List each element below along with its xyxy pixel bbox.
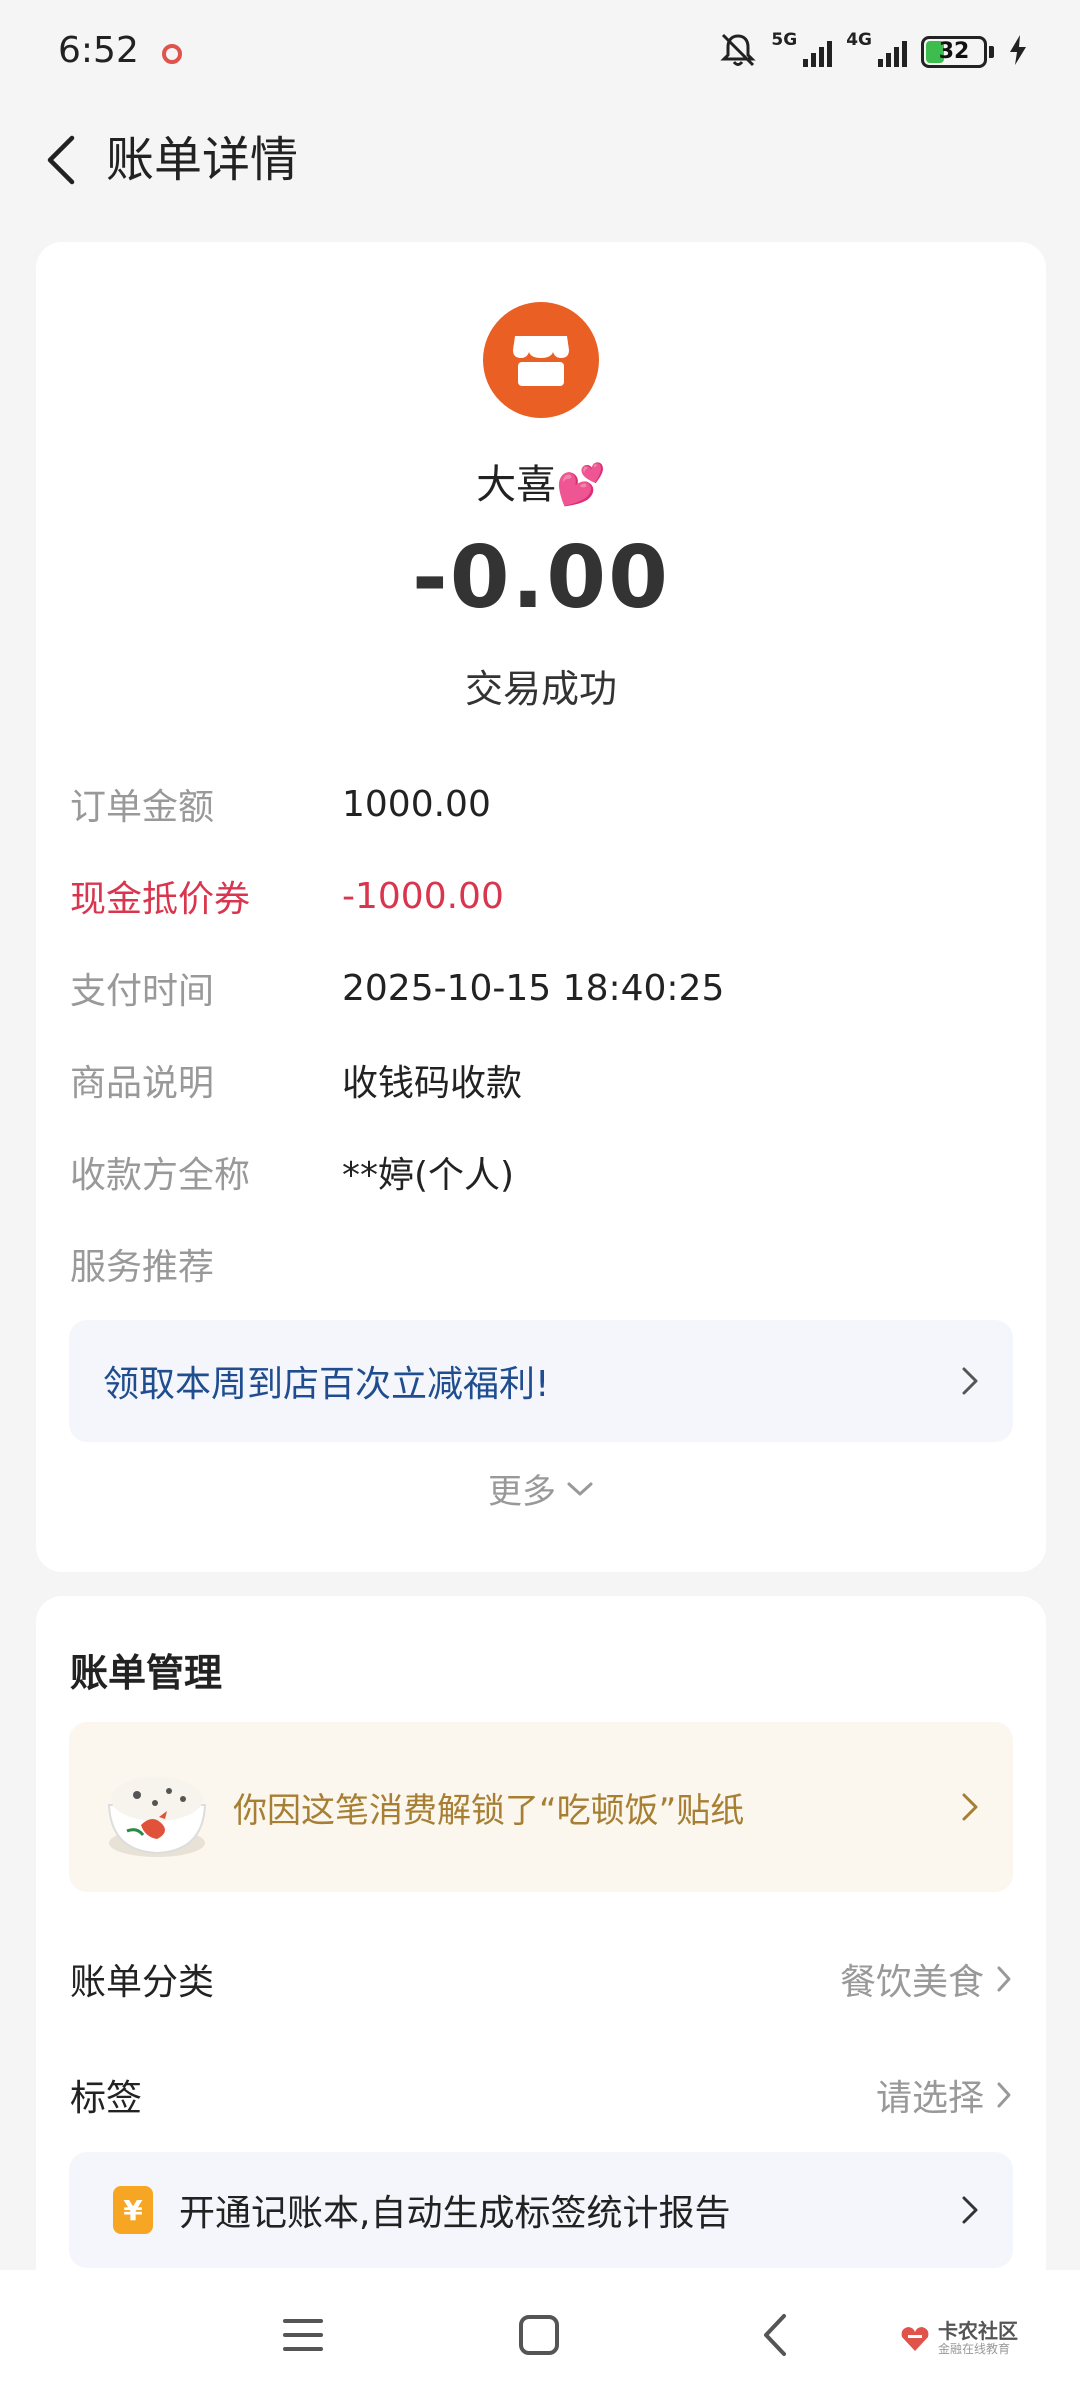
rice-bowl-icon [97, 1747, 217, 1867]
menu-icon [283, 2319, 323, 2351]
chevron-right-icon [961, 2195, 979, 2225]
network-5g-label: 5G [771, 30, 798, 50]
battery-level: 32 [938, 39, 970, 64]
detail-label: 收款方全称 [70, 1155, 251, 1196]
detail-row-description: 商品说明 收钱码收款 [70, 1050, 1012, 1110]
detail-label: 支付时间 [70, 971, 215, 1012]
status-icons: 5G 4G 32 [719, 30, 1028, 74]
watermark-title: 卡农社区 [938, 2319, 1018, 2343]
detail-row-payee: 收款方全称 **婷(个人) [70, 1142, 1012, 1202]
detail-label: 商品说明 [70, 1063, 215, 1104]
tag-value: 请选择 [875, 2078, 984, 2119]
yuan-ticket-icon: ¥ [113, 2186, 153, 2234]
detail-label: 服务推荐 [70, 1247, 215, 1288]
merchant-name: 大喜💕 [476, 462, 606, 508]
detail-row-pay-time: 支付时间 2025-10-15 18:40:25 [70, 958, 1012, 1018]
more-button[interactable]: 更多 [36, 1464, 1046, 1513]
signal-4g-icon [878, 37, 907, 67]
transaction-amount: -0.00 [412, 528, 670, 628]
bill-management-card: 账单管理 你因这笔消费解锁了“吃顿饭”贴纸 账单分类 餐饮美食 标签 请选择 ¥… [36, 1596, 1046, 2296]
watermark-subtitle: 金融在线教育 [938, 2342, 1011, 2356]
promo-banner[interactable]: 领取本周到店百次立减福利! [69, 1320, 1013, 1442]
back-button[interactable] [30, 128, 94, 192]
tag-row[interactable]: 标签 请选择 [70, 2060, 1012, 2130]
bill-detail-card: 大喜💕 -0.00 交易成功 订单金额 1000.00 现金抵价券 -1000.… [36, 242, 1046, 1572]
detail-value: -1000.00 [342, 875, 504, 917]
header: 账单详情 [0, 110, 1080, 210]
bill-category-label: 账单分类 [70, 1962, 215, 2003]
back-triangle-icon [764, 2314, 786, 2356]
battery-icon: 32 [921, 36, 987, 68]
chevron-right-icon [961, 1792, 979, 1822]
detail-label: 现金抵价券 [70, 879, 251, 920]
section-title: 账单管理 [70, 1651, 223, 1695]
mute-icon [719, 31, 757, 73]
detail-row-coupon: 现金抵价券 -1000.00 [70, 866, 1012, 926]
watermark-texts: 卡农社区 金融在线教育 [938, 2320, 1018, 2356]
chevron-right-icon [996, 1965, 1012, 1993]
ledger-banner[interactable]: ¥ 开通记账本,自动生成标签统计报告 [69, 2152, 1013, 2268]
battery-cap [989, 46, 994, 58]
notification-icon [162, 44, 182, 64]
store-icon [483, 302, 599, 418]
detail-value: 2025-10-15 18:40:25 [342, 967, 725, 1009]
home-button[interactable] [504, 2300, 574, 2370]
home-square-icon [519, 2315, 559, 2355]
page-title: 账单详情 [106, 132, 299, 188]
chevron-right-icon [961, 1366, 979, 1396]
chevron-right-icon [996, 2081, 1012, 2109]
charging-icon [1008, 34, 1028, 70]
sticker-banner[interactable]: 你因这笔消费解锁了“吃顿饭”贴纸 [69, 1722, 1013, 1892]
promo-text: 领取本周到店百次立减福利! [103, 1364, 550, 1405]
sticker-text: 你因这笔消费解锁了“吃顿饭”贴纸 [233, 1790, 745, 1831]
ledger-text: 开通记账本,自动生成标签统计报告 [179, 2193, 731, 2234]
watermark-logo-icon [898, 2321, 932, 2355]
detail-label: 订单金额 [70, 787, 215, 828]
transaction-status: 交易成功 [464, 667, 617, 711]
system-back-button[interactable] [740, 2300, 810, 2370]
back-arrow-icon [47, 135, 75, 185]
detail-value: 1000.00 [342, 783, 491, 825]
tag-label: 标签 [70, 2078, 143, 2119]
bill-category-row[interactable]: 账单分类 餐饮美食 [70, 1944, 1012, 2014]
system-nav-bar: 卡农社区 金融在线教育 [0, 2270, 1080, 2400]
chevron-down-icon [567, 1482, 593, 1495]
status-time: 6:52 [58, 30, 139, 71]
detail-value: **婷(个人) [342, 1155, 515, 1196]
detail-value: 收钱码收款 [342, 1063, 523, 1104]
detail-row-service: 服务推荐 [70, 1234, 1012, 1294]
watermark: 卡农社区 金融在线教育 [898, 2320, 1018, 2356]
more-label: 更多 [488, 1472, 556, 1512]
detail-row-order-amount: 订单金额 1000.00 [70, 774, 1012, 834]
network-4g-label: 4G [846, 30, 872, 50]
menu-button[interactable] [268, 2300, 338, 2370]
status-bar: 6:52 5G 4G 32 [0, 0, 1080, 110]
signal-5g-icon [803, 37, 833, 67]
bill-category-value: 餐饮美食 [839, 1962, 984, 2003]
